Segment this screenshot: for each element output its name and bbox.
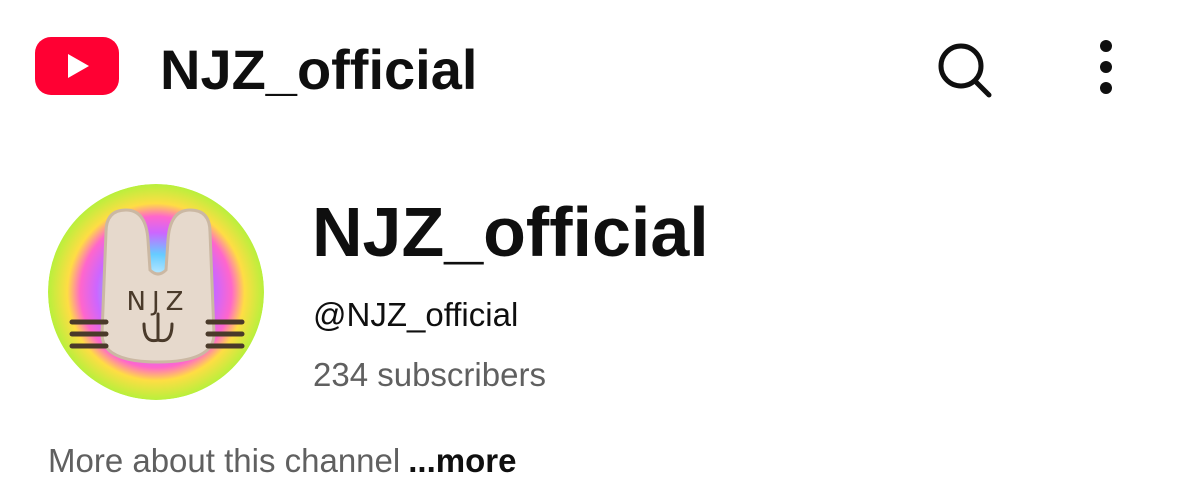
channel-avatar[interactable]: NJZ [48, 184, 264, 400]
channel-handle: @NJZ_official [313, 296, 519, 333]
play-icon [68, 54, 89, 78]
more-vertical-icon [1100, 40, 1112, 94]
youtube-logo-icon[interactable] [35, 37, 119, 95]
description-text: More about this channel [48, 442, 401, 479]
top-app-bar: NJZ_official [0, 0, 1178, 140]
channel-name: NJZ_official [312, 193, 709, 271]
subscriber-count: 234 subscribers [313, 356, 546, 393]
channel-description[interactable]: More about this channel ...more [48, 441, 516, 481]
app-bar-title: NJZ_official [160, 38, 478, 101]
more-options-button[interactable] [1088, 36, 1124, 98]
search-icon [938, 43, 992, 98]
search-button[interactable] [932, 40, 996, 98]
more-link[interactable]: ...more [408, 442, 516, 479]
avatar-lettering: NJZ [127, 287, 190, 317]
